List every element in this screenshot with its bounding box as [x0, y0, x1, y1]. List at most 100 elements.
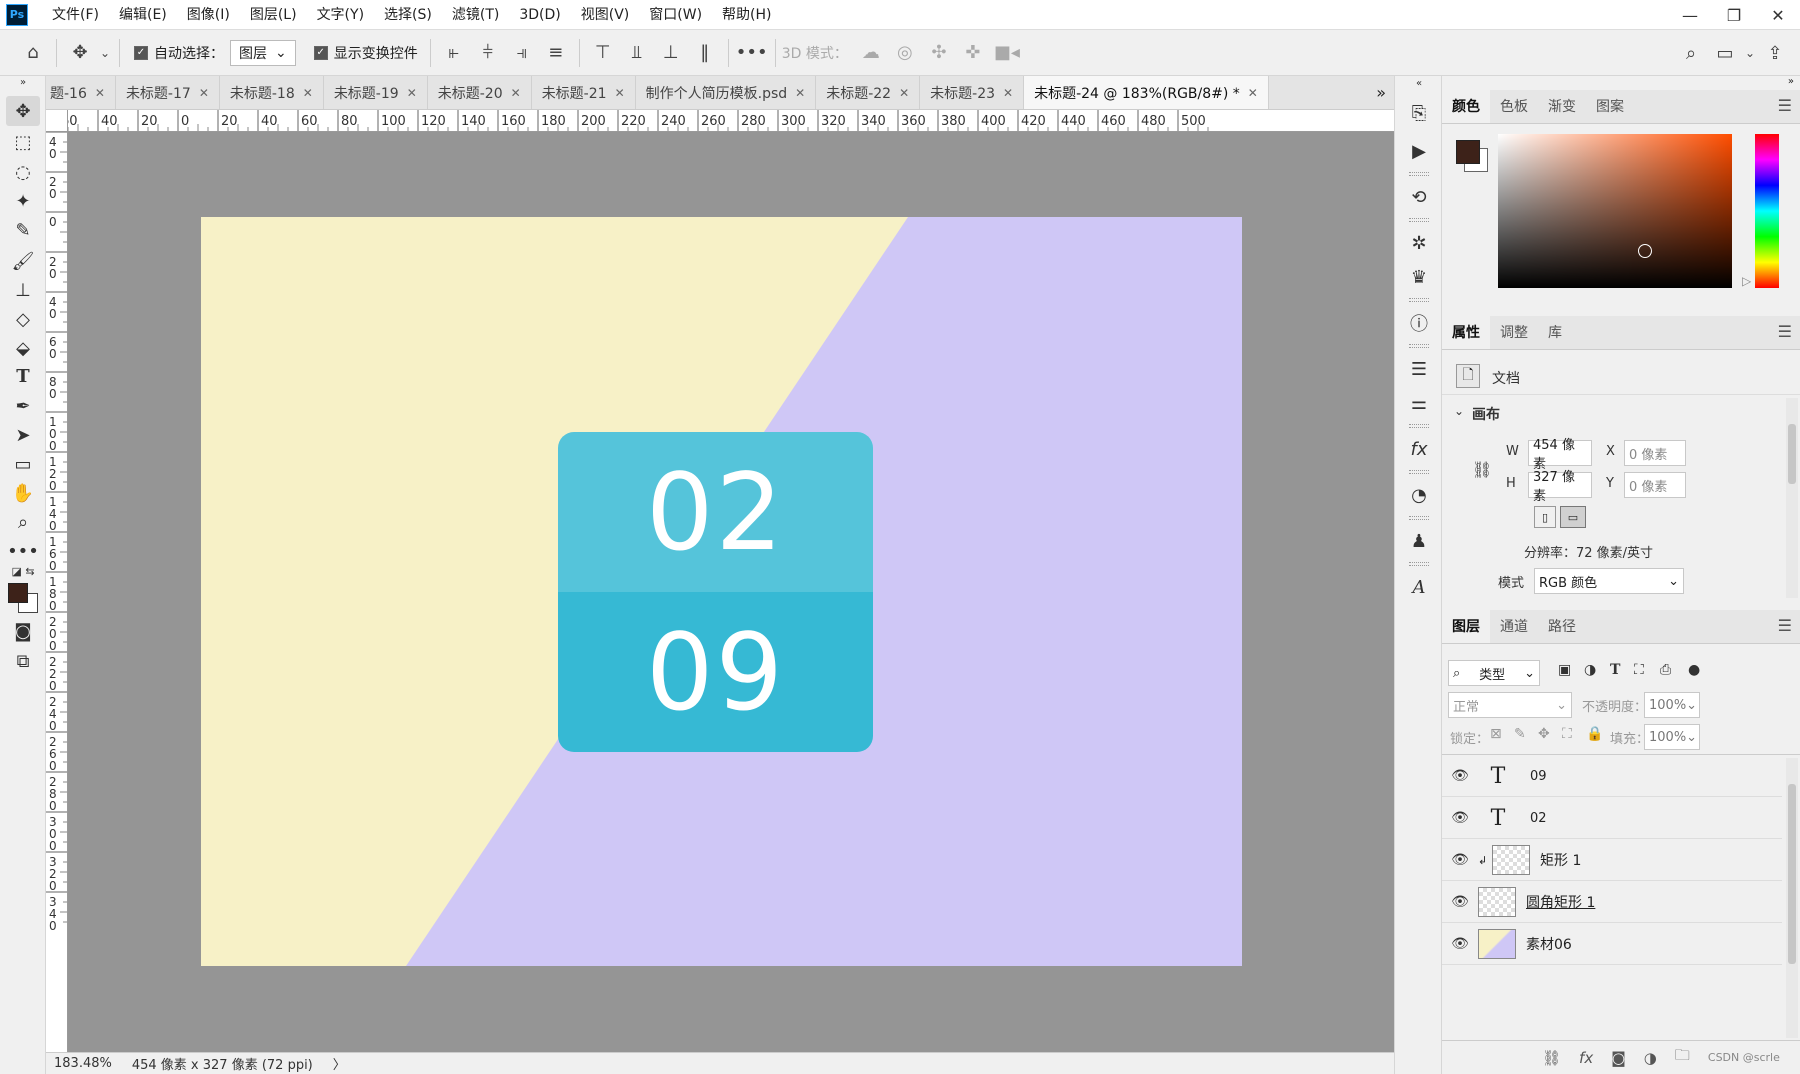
close-icon[interactable]: ✕	[795, 86, 805, 100]
scrollbar-thumb[interactable]	[1788, 784, 1796, 964]
foreground-color-swatch[interactable]	[1456, 140, 1480, 164]
align-right-icon[interactable]: ⫣	[505, 36, 539, 70]
pen-tool-icon[interactable]: ✒	[6, 391, 40, 421]
foreground-color-swatch[interactable]	[8, 583, 28, 603]
close-icon[interactable]: ✕	[615, 86, 625, 100]
close-icon[interactable]: ✕	[1248, 86, 1258, 100]
visibility-eye-icon[interactable]: 👁	[1442, 852, 1478, 868]
filter-pixel-icon[interactable]: ▣	[1558, 662, 1571, 678]
3d-roll-icon[interactable]: ◎	[888, 36, 922, 70]
collapse-icon[interactable]: »	[1788, 76, 1794, 87]
panel-grip[interactable]	[1409, 298, 1429, 302]
align-center-h-icon[interactable]: ⫩	[471, 36, 505, 70]
brushes-icon[interactable]: ☰	[1402, 354, 1436, 384]
close-icon[interactable]: ✕	[407, 86, 417, 100]
menu-image[interactable]: 图像(I)	[177, 0, 240, 30]
chevron-down-icon[interactable]: ⌄	[1454, 404, 1464, 418]
tab-doc-16[interactable]: 题-16 ✕	[46, 76, 116, 109]
link-dimensions-icon[interactable]: ⛓	[1472, 460, 1492, 479]
tab-doc-19[interactable]: 未标题-19 ✕	[324, 76, 428, 109]
filter-smart-object-icon[interactable]: ⎙	[1660, 662, 1671, 678]
link-layers-icon[interactable]: ⛓	[1542, 1049, 1561, 1067]
lock-artboard-icon[interactable]: ⛶	[1562, 726, 1572, 742]
close-button[interactable]: ✕	[1756, 0, 1800, 30]
new-group-icon[interactable]: 🗀	[1675, 1045, 1690, 1070]
color-field[interactable]	[1498, 134, 1732, 288]
panel-menu-icon[interactable]: ☰	[1778, 322, 1792, 341]
collapse-icon[interactable]: «	[1402, 76, 1436, 90]
show-transform-checkbox[interactable]: ✓	[313, 45, 328, 60]
magic-wand-icon[interactable]: ✦	[6, 186, 40, 216]
move-tool-icon[interactable]: ✥	[6, 96, 40, 126]
filter-adjustment-icon[interactable]: ◑	[1584, 662, 1596, 678]
lock-all-icon[interactable]: 🔒	[1586, 726, 1603, 742]
tab-channels[interactable]: 通道	[1490, 610, 1538, 643]
more-options-icon[interactable]: •••	[735, 36, 769, 70]
color-mode-dropdown[interactable]: RGB 颜色 ⌄	[1534, 568, 1684, 594]
layer-row[interactable]: 👁 T 09	[1442, 756, 1782, 797]
type-tool-icon[interactable]: T	[6, 361, 40, 391]
width-input[interactable]: 454 像素	[1528, 438, 1592, 472]
styles-fx-icon[interactable]: fx	[1402, 434, 1436, 464]
tab-swatches[interactable]: 色板	[1490, 90, 1538, 123]
close-icon[interactable]: ✕	[899, 86, 909, 100]
close-icon[interactable]: ✕	[511, 86, 521, 100]
swap-colors-icon[interactable]: ◪ ⇆	[6, 562, 40, 580]
eraser-tool-icon[interactable]: ◇	[6, 304, 40, 334]
filter-toggle-icon[interactable]: ●	[1688, 662, 1700, 678]
clone-source-icon[interactable]: ♛	[1402, 262, 1436, 292]
canvas-workspace[interactable]: 02 09	[68, 132, 1394, 1052]
3d-orbit-icon[interactable]: ☁	[854, 36, 888, 70]
tab-properties[interactable]: 属性	[1442, 316, 1490, 349]
distribute-v-icon[interactable]: ‖	[688, 36, 722, 70]
layer-filter-dropdown[interactable]: ⌕ 类型 ⌄	[1448, 660, 1540, 686]
auto-select-target-dropdown[interactable]: 图层 ⌄	[230, 39, 296, 66]
menu-select[interactable]: 选择(S)	[374, 0, 442, 30]
layer-row[interactable]: 👁 圆角矩形 1	[1442, 882, 1782, 923]
tab-color[interactable]: 颜色	[1442, 90, 1490, 123]
zoom-level[interactable]: 183.48%	[54, 1056, 112, 1071]
visibility-eye-icon[interactable]: 👁	[1442, 768, 1478, 784]
opacity-input[interactable]: 100% ⌄	[1644, 692, 1700, 718]
x-input[interactable]: 0 像素	[1624, 440, 1686, 466]
history-icon[interactable]: ⟲	[1402, 182, 1436, 212]
restore-button[interactable]: ❐	[1712, 0, 1756, 30]
panel-menu-icon[interactable]: ☰	[1778, 616, 1792, 635]
path-select-icon[interactable]: ➤	[6, 420, 40, 450]
menu-filter[interactable]: 滤镜(T)	[442, 0, 509, 30]
menu-edit[interactable]: 编辑(E)	[109, 0, 177, 30]
align-middle-v-icon[interactable]: ⫫	[620, 36, 654, 70]
auto-select-checkbox[interactable]: ✓	[134, 45, 148, 60]
tab-doc-24-active[interactable]: 未标题-24 @ 183%(RGB/8#) * ✕	[1024, 76, 1269, 109]
visibility-eye-icon[interactable]: 👁	[1442, 936, 1478, 952]
info-icon[interactable]: ⓘ	[1402, 308, 1436, 338]
height-input[interactable]: 327 像素	[1528, 470, 1592, 504]
lock-transparent-icon[interactable]: ⊠	[1490, 726, 1502, 742]
minimize-button[interactable]: —	[1668, 0, 1712, 30]
3d-camera-icon[interactable]: ■◂	[990, 36, 1024, 70]
flip-counter-card[interactable]: 02 09	[558, 432, 873, 752]
close-icon[interactable]: ✕	[199, 86, 209, 100]
close-icon[interactable]: ✕	[1003, 86, 1013, 100]
color-picker-handle[interactable]	[1638, 244, 1652, 258]
landscape-orientation-icon[interactable]: ▭	[1560, 506, 1586, 528]
add-mask-icon[interactable]: ◙	[1611, 1049, 1626, 1067]
layer-row[interactable]: 👁 素材06	[1442, 924, 1782, 965]
blend-mode-dropdown[interactable]: 正常 ⌄	[1448, 692, 1572, 718]
menu-help[interactable]: 帮助(H)	[712, 0, 781, 30]
panel-menu-icon[interactable]: ☰	[1778, 96, 1792, 115]
layers-scrollbar[interactable]	[1786, 758, 1798, 1038]
visibility-eye-icon[interactable]: 👁	[1442, 810, 1478, 826]
shapes-icon[interactable]: ◔	[1402, 480, 1436, 510]
hue-slider[interactable]	[1755, 134, 1779, 288]
visibility-eye-icon[interactable]: 👁	[1442, 894, 1478, 910]
fill-input[interactable]: 100% ⌄	[1644, 724, 1700, 750]
menu-type[interactable]: 文字(Y)	[307, 0, 374, 30]
portrait-orientation-icon[interactable]: ▯	[1534, 506, 1556, 528]
tab-patterns[interactable]: 图案	[1586, 90, 1634, 123]
home-icon[interactable]: ⌂	[16, 36, 50, 70]
lock-position-icon[interactable]: ✥	[1538, 726, 1550, 742]
quick-mask-icon[interactable]: ◙	[6, 616, 40, 646]
panel-grip[interactable]	[1409, 562, 1429, 566]
move-tool-icon[interactable]: ✥	[63, 36, 97, 70]
